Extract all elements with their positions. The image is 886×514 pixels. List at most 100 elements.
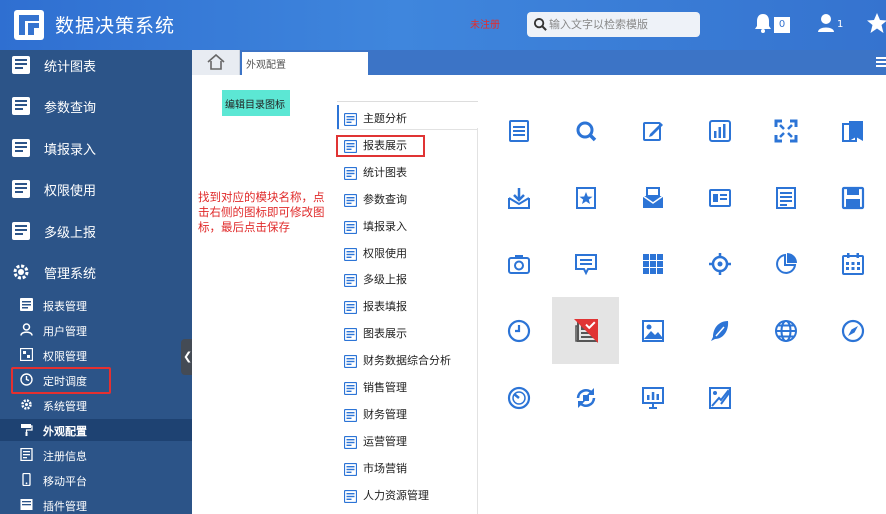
module-list-label: 统计图表: [363, 165, 407, 179]
bar-chart-icon: [709, 120, 731, 142]
icon-option[interactable]: [686, 230, 753, 297]
module-list-label: 财务数据综合分析: [363, 354, 451, 368]
icon-option[interactable]: [819, 164, 886, 231]
star-icon[interactable]: [866, 12, 886, 34]
module-list-item[interactable]: 财务管理: [340, 402, 478, 426]
sidebar-sub-mobile[interactable]: 移动平台: [0, 469, 192, 491]
icon-option[interactable]: [619, 164, 686, 231]
icon-option[interactable]: [686, 297, 753, 364]
icon-option[interactable]: [552, 164, 619, 231]
list-selection-bar: [337, 105, 339, 129]
icon-option[interactable]: [752, 97, 819, 164]
presentation-icon: [642, 387, 664, 409]
floppy-icon: [841, 186, 865, 210]
sidebar-sub-system-manage[interactable]: 系统管理: [0, 394, 192, 416]
camera-icon: [508, 255, 530, 274]
sidebar-sub-label: 报表管理: [43, 300, 87, 313]
search-box[interactable]: [527, 12, 700, 37]
sidebar-item-label: 填报录入: [44, 143, 97, 158]
sidebar-collapse-handle[interactable]: ❮: [181, 339, 192, 375]
edit-catalog-icon-button[interactable]: 编辑目录图标: [222, 90, 290, 116]
gear-icon: [21, 399, 32, 410]
icon-option[interactable]: [752, 230, 819, 297]
mobile-icon: [22, 473, 31, 486]
icon-option[interactable]: [819, 97, 886, 164]
report-icon: [343, 111, 358, 127]
report-icon: [343, 488, 358, 503]
icon-option[interactable]: [819, 297, 886, 364]
icon-option[interactable]: [819, 230, 886, 297]
module-list-label: 运营管理: [363, 434, 407, 448]
search-icon[interactable]: [533, 17, 548, 32]
module-list-item[interactable]: 统计图表: [340, 160, 478, 184]
icon-option[interactable]: [686, 364, 753, 431]
module-list-label: 销售管理: [363, 381, 407, 394]
icon-option[interactable]: [485, 230, 552, 297]
sidebar-sub-plugin[interactable]: 插件管理: [0, 494, 192, 514]
icon-option[interactable]: [552, 230, 619, 297]
icon-option[interactable]: [752, 164, 819, 231]
icon-option[interactable]: [686, 164, 753, 231]
bookmark-docs-icon: [842, 121, 863, 142]
module-list-item[interactable]: 市场营销: [340, 456, 478, 480]
sidebar-sub-register-info[interactable]: 注册信息: [0, 444, 192, 466]
inbox-icon: [508, 188, 530, 209]
app-title: 数据决策系统: [55, 15, 176, 37]
sidebar-item-multi-report[interactable]: 多级上报: [0, 216, 192, 246]
module-list-label: 参数查询: [363, 192, 407, 206]
module-list-item[interactable]: 财务数据综合分析: [340, 348, 478, 372]
bell-icon[interactable]: [754, 13, 772, 33]
tab-appearance[interactable]: 外观配置: [242, 52, 368, 75]
icon-option[interactable]: [485, 297, 552, 364]
instruction-note: 找到对应的模块名称，点击右侧的图标即可修改图标，最后点击保存: [198, 190, 325, 234]
sidebar-sub-permission-manage[interactable]: 权限管理: [0, 344, 192, 366]
module-list-item[interactable]: 权限使用: [340, 241, 478, 265]
module-list-item[interactable]: 多级上报: [340, 267, 478, 291]
module-list-item[interactable]: 主题分析: [340, 106, 478, 130]
home-tab[interactable]: [192, 50, 240, 75]
sidebar-item-param-query[interactable]: 参数查询: [0, 91, 192, 121]
icon-option[interactable]: [552, 97, 619, 164]
report-icon: [12, 222, 30, 240]
icon-option[interactable]: [552, 364, 619, 431]
unregistered-label[interactable]: 未注册: [470, 16, 500, 31]
sidebar-sub-appearance[interactable]: 外观配置: [0, 419, 192, 441]
icon-option[interactable]: [619, 230, 686, 297]
icon-option[interactable]: [752, 297, 819, 364]
module-list-item[interactable]: 填报录入: [340, 214, 478, 238]
sidebar-item-label: 统计图表: [44, 60, 97, 75]
module-list-item[interactable]: 人力资源管理: [340, 483, 478, 507]
module-list-item[interactable]: 销售管理: [340, 375, 478, 399]
document-icon: [776, 187, 796, 209]
icon-option[interactable]: [552, 297, 619, 364]
gear-icon: [13, 264, 29, 280]
icon-option[interactable]: [619, 297, 686, 364]
report-icon: [343, 326, 358, 342]
module-list-item[interactable]: 图表展示: [340, 321, 478, 345]
report-icon: [12, 56, 30, 74]
sidebar-sub-user-manage[interactable]: 用户管理: [0, 319, 192, 341]
module-list-item[interactable]: 运营管理: [340, 429, 478, 453]
menu-icon[interactable]: [876, 56, 886, 68]
fullscreen-icon: [774, 119, 798, 143]
sidebar-sub-label: 注册信息: [43, 450, 87, 463]
sidebar-sub-report-manage[interactable]: 报表管理: [0, 294, 192, 316]
sidebar-item-manage-system[interactable]: 管理系统: [0, 257, 192, 287]
icon-option[interactable]: [485, 97, 552, 164]
sidebar-item-stat-charts[interactable]: 统计图表: [0, 50, 192, 80]
module-list-item[interactable]: 参数查询: [340, 187, 478, 211]
mail-print-icon: [642, 187, 664, 208]
icon-option[interactable]: [619, 97, 686, 164]
image-edit-icon: [709, 387, 731, 409]
icon-option[interactable]: [619, 364, 686, 431]
search-zoom-icon: [576, 121, 597, 142]
module-list-item[interactable]: 报表填报: [340, 294, 478, 318]
sidebar-item-permission[interactable]: 权限使用: [0, 174, 192, 204]
icon-option[interactable]: [686, 97, 753, 164]
icon-option[interactable]: [485, 364, 552, 431]
search-input[interactable]: [549, 15, 697, 34]
sidebar-item-fill-entry[interactable]: 填报录入: [0, 133, 192, 163]
icon-option[interactable]: [485, 164, 552, 231]
user-icon[interactable]: [817, 13, 835, 33]
id-card-icon: [709, 189, 731, 207]
